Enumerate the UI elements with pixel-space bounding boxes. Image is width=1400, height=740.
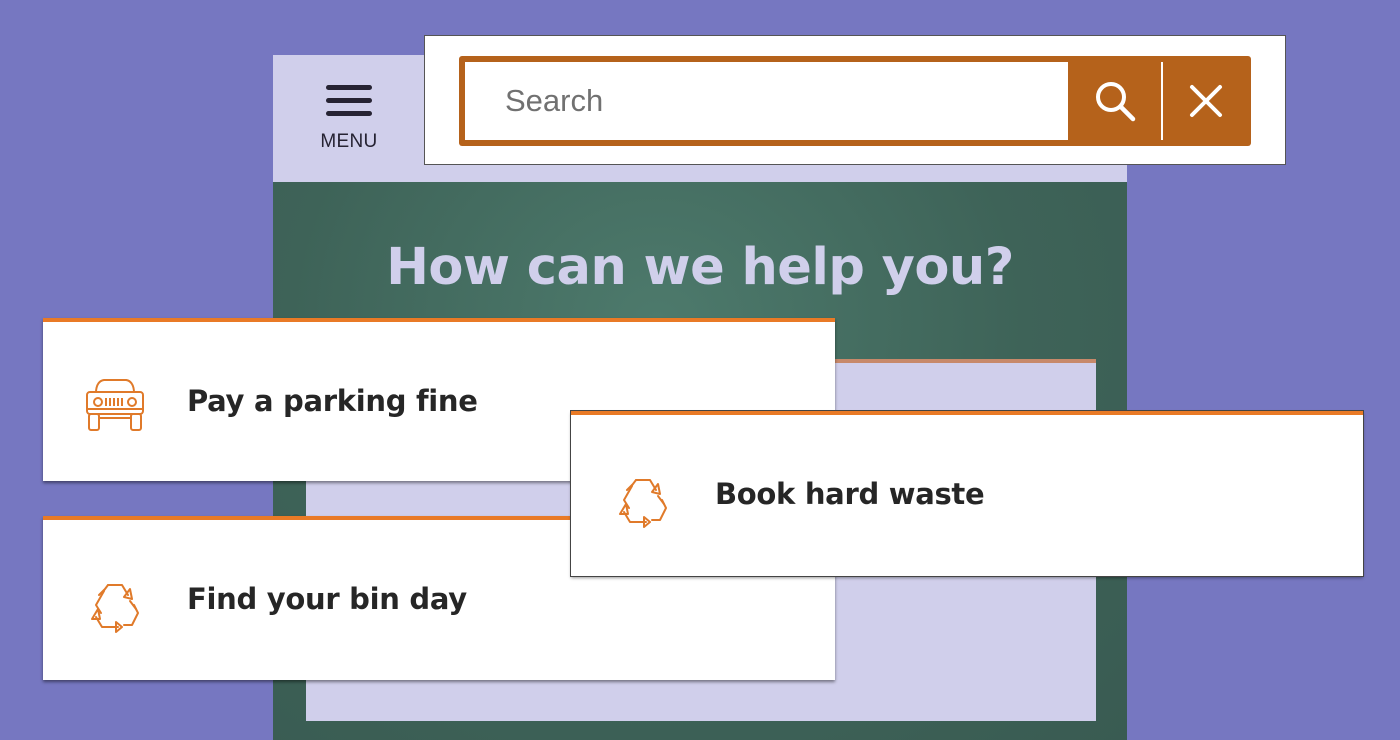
search-button[interactable]	[1071, 62, 1159, 140]
search-icon	[1096, 82, 1136, 122]
recycle-icon	[87, 578, 143, 634]
quick-link-book-hard-waste[interactable]: Book hard waste	[571, 411, 1363, 576]
search-input[interactable]	[465, 62, 1068, 140]
search-bar	[425, 36, 1285, 164]
hamburger-icon	[326, 83, 372, 117]
recycle-icon	[615, 473, 671, 529]
close-search-button[interactable]	[1162, 62, 1250, 140]
quick-link-label: Find your bin day	[187, 582, 467, 616]
car-icon	[83, 376, 147, 436]
close-icon	[1190, 85, 1222, 117]
search-box	[459, 56, 1251, 146]
quick-link-label: Book hard waste	[715, 477, 985, 511]
menu-button[interactable]: MENU	[313, 81, 385, 157]
hero-title: How can we help you?	[386, 238, 1014, 297]
quick-link-label: Pay a parking fine	[187, 384, 478, 418]
menu-label: MENU	[320, 131, 378, 152]
